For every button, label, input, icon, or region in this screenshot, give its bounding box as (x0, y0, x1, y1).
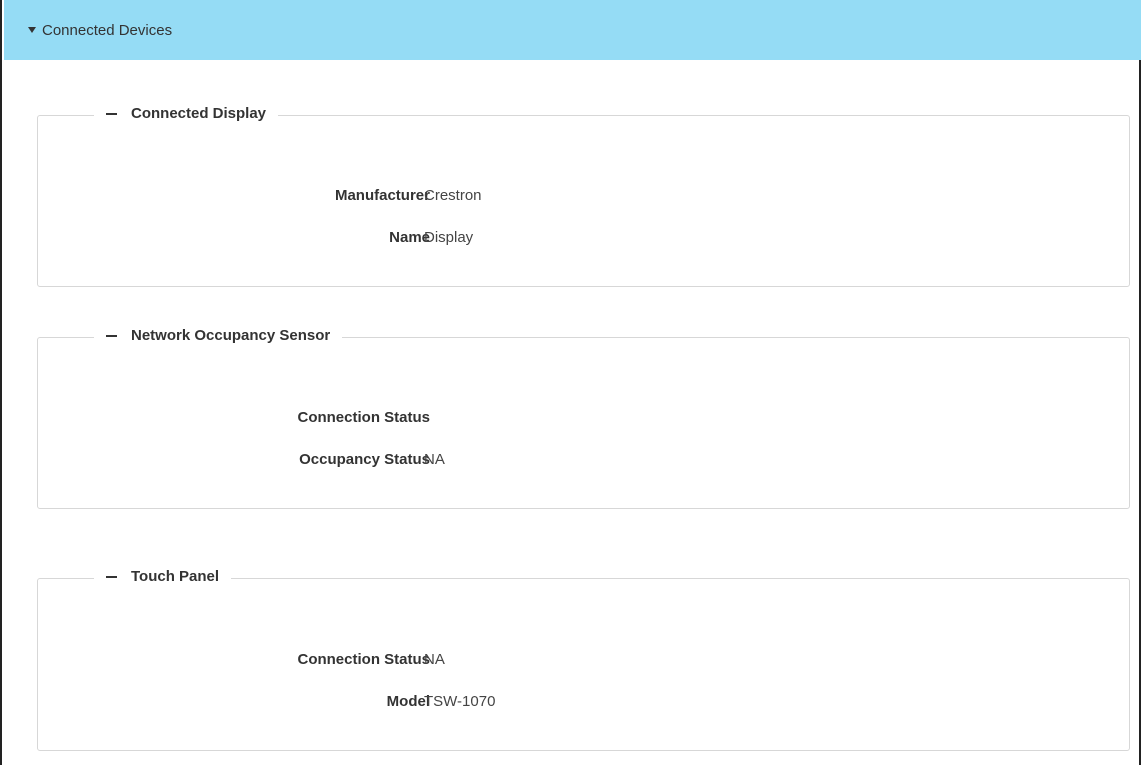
manufacturer-value: Crestron (424, 187, 482, 204)
connected-devices-accordion-header[interactable]: Connected Devices (4, 0, 1141, 60)
section-title: Network Occupancy Sensor (131, 327, 331, 344)
collapse-minus-icon (106, 334, 117, 337)
collapse-minus-icon (106, 575, 117, 578)
connected-devices-panel: Connected Devices Connected Display Manu… (0, 0, 1141, 765)
caret-down-icon (28, 27, 36, 33)
connection-status-row: Connection Status NA (38, 651, 1129, 675)
name-value: Display (424, 229, 474, 246)
section-title: Touch Panel (131, 568, 220, 585)
connection-status-value: NA (424, 651, 445, 668)
occupancy-status-label: Occupancy Status (299, 451, 430, 468)
connection-status-row: Connection Status (38, 409, 1129, 433)
network-occupancy-sensor-section: Network Occupancy Sensor Connection Stat… (37, 327, 1130, 509)
manufacturer-label: Manufacturer (334, 187, 430, 204)
connection-status-label: Connection Status (297, 651, 430, 668)
name-row: Name Display (38, 229, 1129, 253)
touch-panel-section: Touch Panel Connection Status NA Model T… (37, 568, 1130, 751)
accordion-title: Connected Devices (42, 21, 173, 39)
connected-display-section: Connected Display Manufacturer Crestron … (37, 105, 1130, 287)
collapse-minus-icon (106, 112, 117, 115)
occupancy-status-value: NA (424, 451, 445, 468)
connection-status-label: Connection Status (297, 409, 430, 426)
model-row: Model TSW-1070 (38, 693, 1129, 717)
section-title: Connected Display (131, 105, 267, 122)
network-occupancy-sensor-toggle[interactable]: Network Occupancy Sensor (94, 327, 343, 344)
connected-display-toggle[interactable]: Connected Display (94, 105, 279, 122)
touch-panel-toggle[interactable]: Touch Panel (94, 568, 232, 585)
model-value: TSW-1070 (424, 693, 496, 710)
manufacturer-row: Manufacturer Crestron (38, 187, 1129, 211)
occupancy-status-row: Occupancy Status NA (38, 451, 1129, 475)
